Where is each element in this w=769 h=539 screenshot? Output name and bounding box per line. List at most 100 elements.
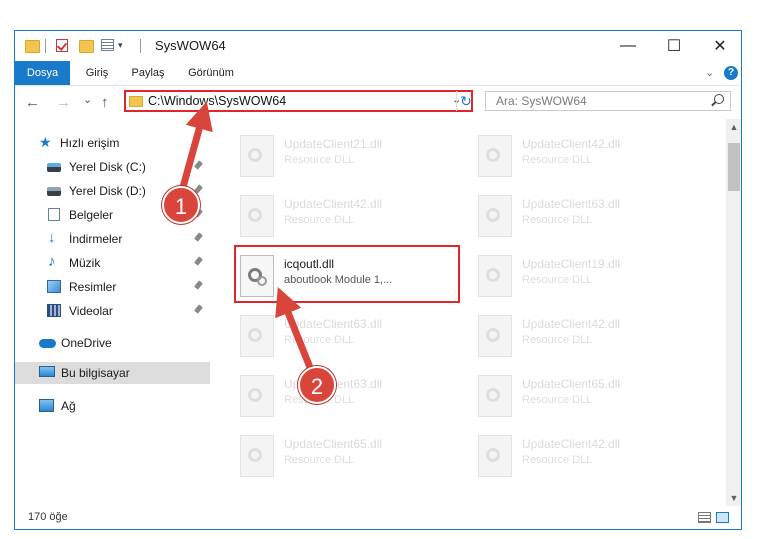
navigation-bar: ← → ⌄ ↑ C:\Windows\SysWOW64 ⌄ ↻ Ara: Sys… [15,86,741,118]
file-item[interactable]: UpdateClient42.dll Resource DLL [474,129,700,185]
sidebar-item-pictures[interactable]: Resimler [15,276,210,298]
sidebar-item-label: Ağ [61,399,76,413]
file-name: UpdateClient63.dll [522,197,621,211]
help-icon[interactable]: ? [724,66,738,80]
sidebar-item-local-disk-c[interactable]: Yerel Disk (C:) [15,156,210,178]
maximize-button[interactable]: ☐ [651,31,697,61]
pin-icon[interactable] [194,160,203,170]
folder-icon [129,96,143,107]
search-input[interactable]: Ara: SysWOW64 [485,91,731,111]
computer-icon [39,366,55,377]
sidebar-item-label: Müzik [69,256,101,270]
quick-access-dropdown-icon[interactable]: ▾ [118,40,123,56]
sidebar-item-label: Belgeler [69,208,114,222]
file-item[interactable]: UpdateClient42.dll Resource DLL [474,309,700,365]
sidebar-item-network[interactable]: Ağ [15,395,210,417]
file-item[interactable]: UpdateClient65.dll Resource DLL [474,369,700,425]
file-type: Resource DLL [284,154,355,166]
tab-view[interactable]: Görünüm [181,61,241,85]
pin-icon[interactable] [194,232,203,242]
sidebar-item-onedrive[interactable]: OneDrive [15,332,210,354]
ribbon: Dosya Giriş Paylaş Görünüm ⌄ ? [15,61,741,86]
large-icons-view-icon[interactable] [716,512,729,523]
drive-icon [47,163,61,172]
address-path[interactable]: C:\Windows\SysWOW64 [148,94,286,108]
file-name: UpdateClient21.dll [284,137,383,151]
file-item[interactable]: UpdateClient63.dll Resource DLL [236,369,462,425]
details-view-icon[interactable] [698,512,711,523]
close-button[interactable]: ✕ [697,31,741,61]
sidebar-item-label: OneDrive [61,336,112,350]
sidebar-item-music[interactable]: ♪ Müzik [15,252,210,274]
tab-home[interactable]: Giriş [77,61,117,85]
sidebar-item-quick-access[interactable]: ★ Hızlı erişim [15,132,210,154]
sidebar-item-label: Yerel Disk (C:) [69,160,146,174]
vertical-scrollbar[interactable]: ▲ ▼ [726,119,741,506]
scroll-up-icon[interactable]: ▲ [726,119,741,135]
dll-file-icon [478,315,512,357]
sidebar-item-label: Hızlı erişim [60,136,120,150]
file-item[interactable]: UpdateClient21.dll Resource DLL [236,129,462,185]
pin-icon[interactable] [194,280,203,290]
network-icon [39,399,54,412]
file-type: Resource DLL [522,394,593,406]
file-list: UpdateClient21.dll Resource DLL UpdateCl… [222,119,724,506]
pin-icon[interactable] [194,256,203,266]
step-badge-2: 2 [298,366,336,404]
window-title: SysWOW64 [155,38,226,53]
new-folder-icon[interactable] [79,40,94,53]
title-bar: ▾ SysWOW64 — ☐ ✕ [15,31,741,61]
file-name: UpdateClient65.dll [522,377,621,391]
forward-button[interactable]: → [56,94,71,111]
scroll-thumb[interactable] [728,143,740,191]
address-bar[interactable]: C:\Windows\SysWOW64 ⌄ [124,90,473,112]
file-item[interactable]: UpdateClient42.dll Resource DLL [474,429,700,485]
dll-file-icon [240,195,274,237]
file-type: Resource DLL [522,274,593,286]
minimize-button[interactable]: — [605,31,651,61]
file-name: UpdateClient65.dll [284,437,383,451]
file-item[interactable]: UpdateClient65.dll Resource DLL [236,429,462,485]
music-icon: ♪ [48,253,56,270]
toolbar-separator [140,39,141,53]
tab-share[interactable]: Paylaş [125,61,171,85]
navigation-pane: ★ Hızlı erişim Yerel Disk (C:) Yerel Dis… [15,119,210,506]
file-item[interactable]: UpdateClient42.dll Resource DLL [236,189,462,245]
sidebar-item-label: İndirmeler [69,232,123,246]
properties-check-icon[interactable] [56,39,68,52]
item-count: 170 öğe [28,511,68,523]
file-item[interactable]: UpdateClient63.dll Resource DLL [474,189,700,245]
tab-file[interactable]: Dosya [15,61,70,85]
scroll-down-icon[interactable]: ▼ [726,490,741,506]
file-type: Resource DLL [522,154,593,166]
recent-locations-button[interactable]: ⌄ [83,93,92,106]
refresh-button[interactable]: ↻ [456,91,475,111]
sidebar-item-label: Bu bilgisayar [61,366,130,380]
sidebar-item-downloads[interactable]: ↓ İndirmeler [15,228,210,250]
file-type: Resource DLL [284,334,355,346]
cloud-icon [39,339,56,348]
toolbar-separator [45,39,46,53]
pictures-icon [47,280,61,293]
search-placeholder: Ara: SysWOW64 [496,94,587,108]
search-icon[interactable] [714,94,724,104]
customize-icon[interactable] [101,39,114,51]
dll-file-icon [478,435,512,477]
back-button[interactable]: ← [25,94,40,111]
sidebar-item-videos[interactable]: Videolar [15,300,210,322]
sidebar-item-this-pc[interactable]: Bu bilgisayar [15,362,210,384]
videos-icon [47,304,61,317]
file-type: Resource DLL [522,334,593,346]
dll-file-icon [240,315,274,357]
file-item[interactable]: UpdateClient63.dll Resource DLL [236,309,462,365]
download-icon: ↓ [48,229,56,246]
dll-file-icon [478,135,512,177]
sidebar-item-label: Resimler [69,280,117,294]
sidebar-item-label: Yerel Disk (D:) [69,184,146,198]
pin-icon[interactable] [194,304,203,314]
up-button[interactable]: ↑ [101,94,109,111]
drive-icon [47,187,61,196]
file-item[interactable]: UpdateClient19.dll Resource DLL [474,249,700,305]
file-name: UpdateClient42.dll [522,137,621,151]
chevron-down-icon[interactable]: ⌄ [705,66,714,79]
